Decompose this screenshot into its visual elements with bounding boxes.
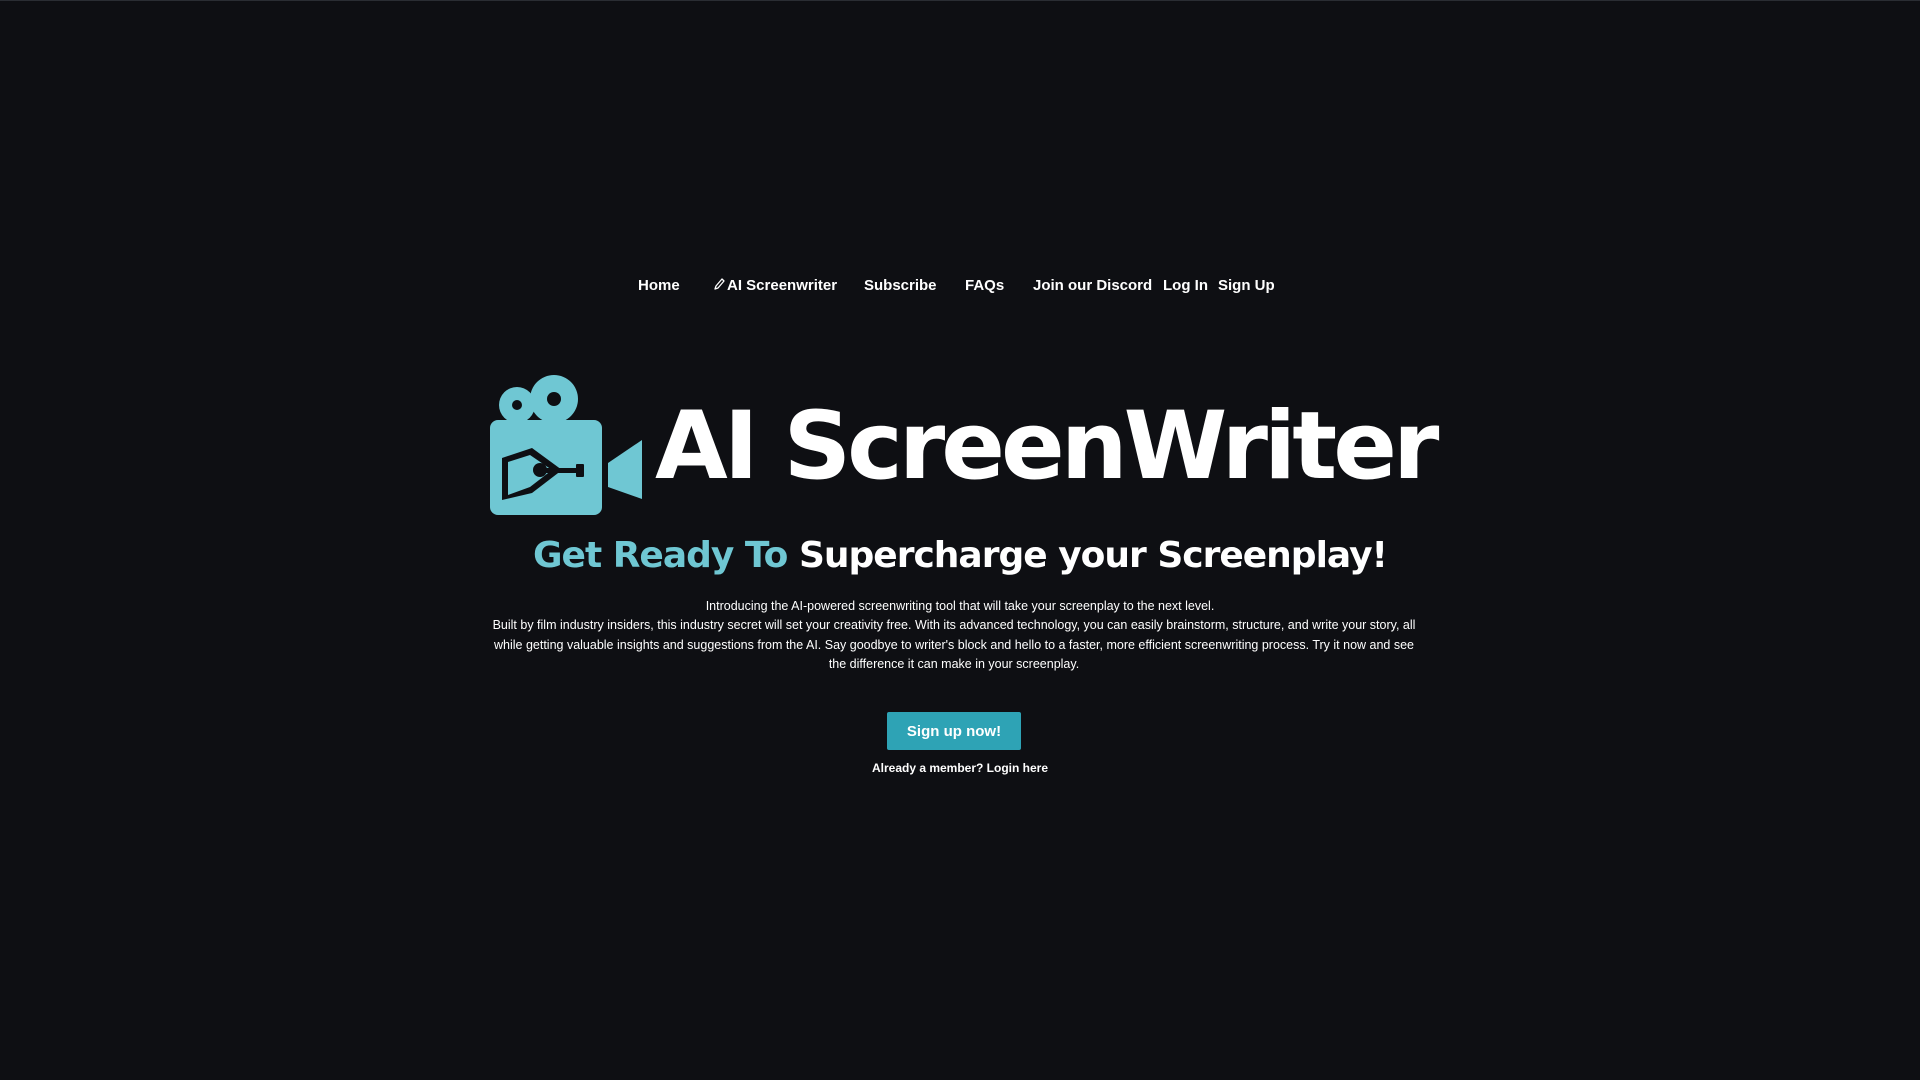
login-link-row: Already a member? Login here bbox=[0, 759, 1920, 777]
login-link[interactable]: Already a member? Login here bbox=[872, 761, 1048, 775]
top-border bbox=[0, 0, 1920, 1]
hero-intro: Introducing the AI-powered screenwriting… bbox=[705, 599, 1215, 613]
tagline-rest: Supercharge your Screenplay! bbox=[798, 535, 1388, 576]
nav-subscribe[interactable]: Subscribe bbox=[864, 274, 937, 298]
tagline-accent: Get Ready To bbox=[533, 535, 788, 576]
nav-home[interactable]: Home bbox=[638, 274, 680, 298]
nav-ai-screenwriter-label: AI Screenwriter bbox=[727, 277, 838, 294]
site-logo: AI ScreenWriter bbox=[490, 375, 1439, 515]
signup-now-button[interactable]: Sign up now! bbox=[887, 712, 1021, 750]
nav-login[interactable]: Log In bbox=[1163, 274, 1208, 298]
film-camera-pen-icon bbox=[490, 375, 642, 515]
main-nav: Home AI Screenwriter Subscribe FAQs Join… bbox=[0, 274, 1920, 298]
nav-signup[interactable]: Sign Up bbox=[1218, 274, 1275, 298]
nav-ai-screenwriter[interactable]: AI Screenwriter bbox=[713, 274, 837, 298]
nav-faqs[interactable]: FAQs bbox=[965, 274, 1004, 298]
pencil-icon bbox=[714, 278, 725, 290]
nav-discord[interactable]: Join our Discord bbox=[1033, 274, 1152, 298]
hero-tagline: Get Ready To Supercharge your Screenplay… bbox=[0, 530, 1920, 582]
hero-description: Built by film industry insiders, this in… bbox=[492, 618, 1416, 671]
logo-text: AI ScreenWriter bbox=[655, 392, 1439, 501]
